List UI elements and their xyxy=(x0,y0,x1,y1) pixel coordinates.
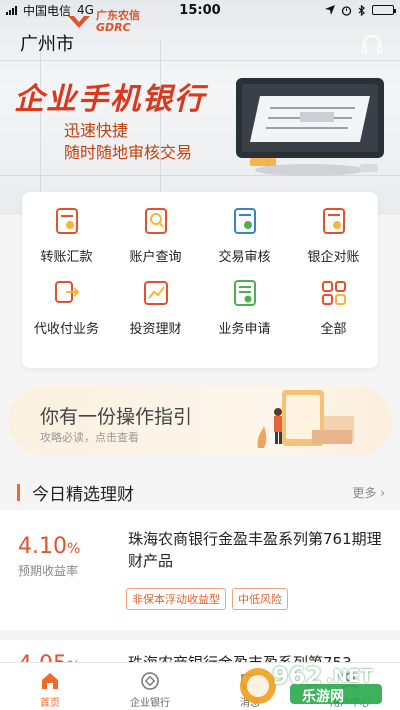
menu-item-account-query[interactable]: 账户查询 xyxy=(111,206,200,278)
rate-label: 预期收益率 xyxy=(18,564,79,578)
logo-sub: GDRC xyxy=(96,21,131,34)
city-selector[interactable]: 广州市 xyxy=(20,30,74,56)
account-query-icon xyxy=(144,208,167,234)
location-icon xyxy=(325,5,335,15)
all-icon xyxy=(321,281,346,305)
menu-item-invest[interactable]: 投资理财 xyxy=(111,278,200,350)
guide-title: 你有一份操作指引 xyxy=(40,406,193,428)
section-title: 今日精选理财 xyxy=(32,485,134,505)
battery-icon xyxy=(372,5,396,15)
reconcile-icon xyxy=(322,208,345,234)
product-name: 珠海农商银行金盈丰盈系列第761期理财产品 xyxy=(128,530,382,570)
guide-subtitle: 攻略必读，点击查看 xyxy=(40,431,139,444)
hero-subtitle: 迅速快捷 随时随地审核交易 xyxy=(64,121,193,162)
hero-title: 企业手机银行 xyxy=(14,82,206,117)
status-bar: 中国电信 4G 15:00 xyxy=(0,0,400,20)
menu-item-all[interactable]: 全部 xyxy=(289,278,378,350)
product-tag: 中低风险 xyxy=(232,588,288,610)
collect-pay-icon xyxy=(54,281,79,303)
watermark-site: 乐游网 xyxy=(302,689,344,705)
expected-rate: 4.05% xyxy=(18,652,80,662)
bank-icon xyxy=(141,672,159,690)
device-stand-illustration xyxy=(250,158,378,176)
watermark-domain: .NET xyxy=(326,666,373,687)
trade-review-icon xyxy=(233,208,256,234)
site-watermark: 962 .NET 乐游网 xyxy=(230,662,400,710)
product-name: 珠海农商银行金盈丰盈系列第753 xyxy=(128,652,388,662)
headset-icon[interactable] xyxy=(360,33,384,57)
menu-item-collect-pay[interactable]: 代收付业务 xyxy=(22,278,111,350)
product-tag: 非保本浮动收益型 xyxy=(126,588,226,610)
menu-item-apply[interactable]: 业务申请 xyxy=(200,278,289,350)
more-link[interactable]: 更多 › xyxy=(352,484,385,501)
expected-rate: 4.10% xyxy=(18,534,81,559)
guide-illustration xyxy=(257,390,354,448)
apply-icon xyxy=(233,280,256,306)
transfer-icon xyxy=(55,208,78,234)
invest-icon xyxy=(143,281,168,305)
product-tags: 非保本浮动收益型 中低风险 xyxy=(126,588,288,610)
home-icon xyxy=(42,673,58,689)
menu-item-reconcile[interactable]: 银企对账 xyxy=(289,206,378,278)
menu-item-trade-review[interactable]: 交易审核 xyxy=(200,206,289,278)
tab-home[interactable]: 首页 xyxy=(0,663,100,710)
product-card[interactable]: 4.10% 预期收益率 珠海农商银行金盈丰盈系列第761期理财产品 非保本浮动收… xyxy=(0,510,400,630)
today-picks-header: 今日精选理财 更多 › xyxy=(17,480,385,505)
function-menu: 转账汇款 账户查询 交易审核 银企对账 代收付业务 投资理财 业务申请 全部 xyxy=(22,192,378,368)
section-accent-bar xyxy=(17,484,20,501)
tab-enterprise-bank[interactable]: 企业银行 xyxy=(100,663,200,710)
menu-item-transfer[interactable]: 转账汇款 xyxy=(22,206,111,278)
product-card[interactable]: 4.05% 珠海农商银行金盈丰盈系列第753 xyxy=(0,640,400,662)
bluetooth-icon xyxy=(358,4,365,16)
alarm-icon xyxy=(341,5,352,16)
operation-guide-banner[interactable]: 你有一份操作指引 攻略必读，点击查看 xyxy=(8,386,392,456)
